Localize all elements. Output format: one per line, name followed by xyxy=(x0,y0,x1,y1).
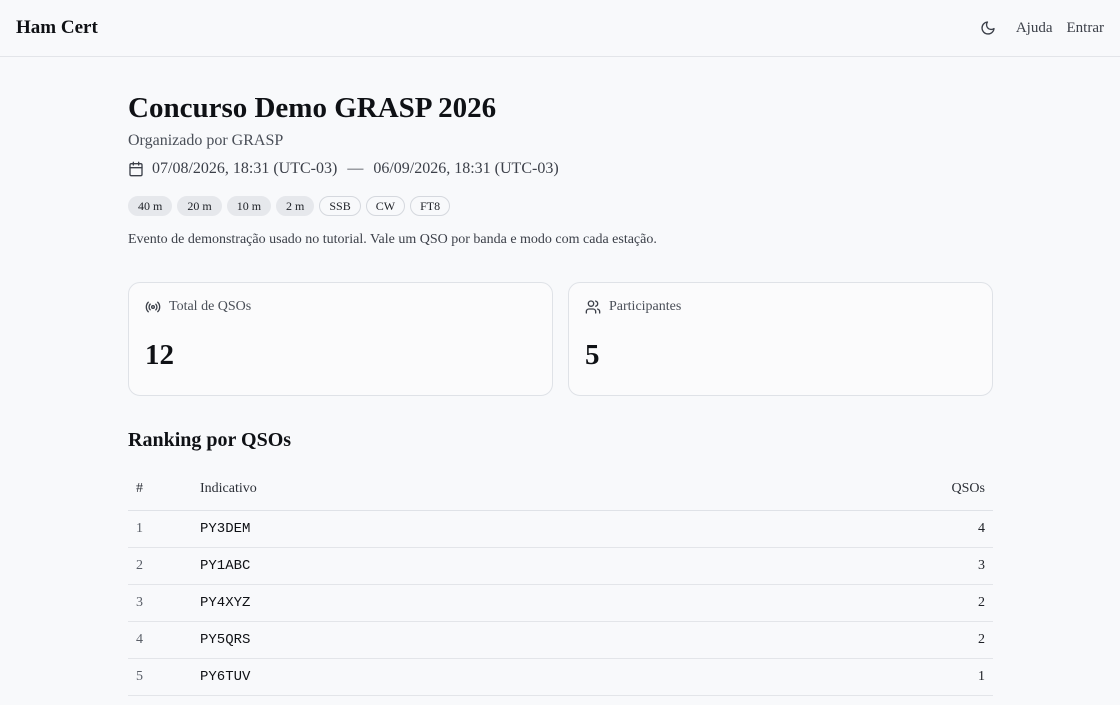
login-link[interactable]: Entrar xyxy=(1067,20,1104,37)
event-end: 06/09/2026, 18:31 (UTC-03) xyxy=(373,160,559,177)
band-tag: 40 m xyxy=(128,196,173,216)
brand-logo[interactable]: Ham Cert xyxy=(16,17,98,39)
calendar-icon xyxy=(128,161,144,177)
total-qsos-label: Total de QSOs xyxy=(169,299,252,314)
event-tags: 40 m 20 m 10 m 2 m SSB CW FT8 xyxy=(128,196,993,216)
column-rank: # xyxy=(128,468,200,511)
row-rank: 2 xyxy=(128,547,200,585)
help-link[interactable]: Ajuda xyxy=(1016,20,1053,37)
row-callsign: PY4XYZ xyxy=(200,584,659,622)
participants-label: Participantes xyxy=(609,299,682,314)
row-qsos: 2 xyxy=(658,584,993,622)
users-icon xyxy=(585,299,601,315)
top-bar: Ham Cert Ajuda Entrar xyxy=(0,0,1120,57)
row-callsign: PY3DEM xyxy=(200,510,659,548)
participants-card: Participantes 5 xyxy=(568,282,993,396)
total-qsos-value: 12 xyxy=(145,339,174,371)
table-row: 2 PY1ABC 3 xyxy=(128,547,993,585)
main-content: Concurso Demo GRASP 2026 Organizado por … xyxy=(128,57,993,696)
column-qsos: QSOs xyxy=(658,468,993,511)
table-row: 3 PY4XYZ 2 xyxy=(128,584,993,622)
table-row: 4 PY5QRS 2 xyxy=(128,621,993,659)
participants-value: 5 xyxy=(585,339,600,371)
table-header-row: # Indicativo QSOs xyxy=(128,468,993,511)
table-row: 5 PY6TUV 1 xyxy=(128,658,993,696)
row-qsos: 4 xyxy=(658,510,993,548)
top-nav: Ajuda Entrar xyxy=(980,20,1104,37)
table-row: 1 PY3DEM 4 xyxy=(128,510,993,548)
band-tag: 10 m xyxy=(226,196,272,216)
row-rank: 4 xyxy=(128,621,200,659)
row-callsign: PY5QRS xyxy=(200,621,659,659)
row-callsign: PY6TUV xyxy=(200,658,659,696)
column-callsign: Indicativo xyxy=(200,468,659,511)
band-tag: 20 m xyxy=(177,196,222,216)
row-qsos: 3 xyxy=(658,547,993,585)
date-separator: — xyxy=(347,160,364,177)
row-callsign: PY1ABC xyxy=(200,547,659,585)
event-description: Evento de demonstração usado no tutorial… xyxy=(128,232,657,247)
mode-tag: FT8 xyxy=(410,196,451,216)
event-organizer: Organizado por GRASP xyxy=(128,132,284,149)
radio-signal-icon xyxy=(145,299,161,315)
row-qsos: 2 xyxy=(658,621,993,659)
ranking-table: # Indicativo QSOs 1 PY3DEM 4 2 PY1ABC 3 … xyxy=(128,468,993,696)
row-rank: 1 xyxy=(128,510,200,548)
ranking-title: Ranking por QSOs xyxy=(128,429,292,451)
mode-tag: SSB xyxy=(319,196,361,216)
stats-cards: Total de QSOs 12 Participantes 5 xyxy=(128,282,993,396)
event-title: Concurso Demo GRASP 2026 xyxy=(128,92,497,124)
event-dates: 07/08/2026, 18:31 (UTC-03) — 06/09/2026,… xyxy=(128,160,993,178)
total-qsos-card: Total de QSOs 12 xyxy=(128,282,553,396)
event-start: 07/08/2026, 18:31 (UTC-03) xyxy=(152,160,338,177)
row-rank: 3 xyxy=(128,584,200,622)
row-rank: 5 xyxy=(128,658,200,696)
moon-icon[interactable] xyxy=(980,20,996,36)
band-tag: 2 m xyxy=(276,196,315,216)
row-qsos: 1 xyxy=(658,658,993,696)
mode-tag: CW xyxy=(365,196,406,216)
